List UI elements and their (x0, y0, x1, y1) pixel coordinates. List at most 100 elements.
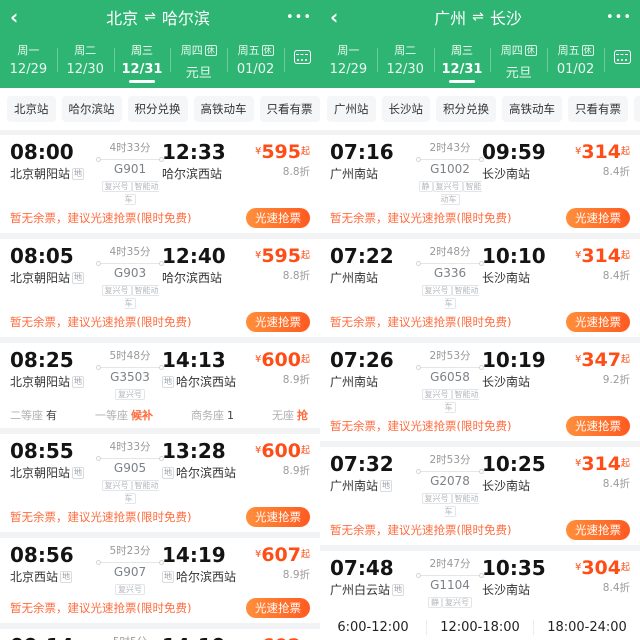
date-tab[interactable]: 周五 休 01/02 (227, 34, 284, 88)
departure-station: 北京西站 地 (10, 568, 98, 585)
departure-block: 09:14 北京站 (10, 635, 98, 640)
filter-chip[interactable]: 积分兑换 (436, 96, 496, 122)
date-bar: 周一 12/29 周二 12/30 周三 (0, 34, 320, 88)
no-ticket-notice: 暂无余票，建议光速抢票(限时免费) (330, 314, 511, 330)
price-value: 314 (581, 245, 621, 267)
grab-ticket-button[interactable]: 光速抢票 (246, 598, 310, 618)
train-tag: 复兴号 (422, 389, 452, 400)
date-label: 12/29 (0, 62, 57, 77)
duration: 2时53分 (418, 350, 482, 363)
date-tab[interactable]: 周三 12/31 (114, 34, 171, 88)
grab-ticket-button[interactable]: 光速抢票 (566, 312, 630, 332)
grab-ticket-button[interactable]: 光速抢票 (566, 520, 630, 540)
departure-station: 广州南站 (330, 269, 418, 286)
train-row[interactable]: 09:14 北京站 5时5分 G907 复兴号 (0, 629, 320, 640)
train-row[interactable]: 08:25 北京朝阳站 地 5时48分 G3503 复兴号 (0, 343, 320, 428)
selected-underline (186, 84, 212, 87)
more-menu-icon[interactable]: ••• (286, 10, 310, 25)
train-row[interactable]: 07:16 广州南站 2时43分 G1002 静复兴号智能动车 (320, 135, 640, 233)
price-block: ¥ 314 起 8.4折 (568, 453, 630, 491)
swap-stations-icon[interactable]: ⇌ (144, 9, 156, 25)
arrival-time: 09:59 (482, 141, 568, 163)
filter-chip[interactable]: 只看有票 (260, 96, 320, 122)
arrival-block: 10:19 长沙南站 (482, 349, 568, 390)
price-block: ¥ 600 起 8.9折 (248, 349, 310, 387)
date-tab[interactable]: 周三 12/31 (434, 34, 491, 88)
train-row[interactable]: 08:05 北京朝阳站 地 4时35分 G903 复兴号智能动车 (0, 239, 320, 337)
filter-chip[interactable]: 广州站 (327, 96, 376, 122)
route-to: 哈尔滨 (162, 5, 210, 29)
grab-ticket-button[interactable]: 光速抢票 (566, 416, 630, 436)
train-row[interactable]: 07:26 广州南站 2时53分 G6058 复兴号智能动车 (320, 343, 640, 441)
grab-ticket-button[interactable]: 光速抢票 (246, 208, 310, 228)
price-value: 347 (581, 349, 621, 371)
arrival-station: 长沙南站 (482, 477, 568, 494)
train-row[interactable]: 07:32 广州南站 地 2时53分 G2078 复兴号智能动车 (320, 447, 640, 545)
train-tags: 静复兴号智能动车 (418, 179, 482, 205)
calendar-icon[interactable] (284, 34, 320, 88)
filter-chip[interactable]: 只看有票 (568, 96, 628, 122)
date-label: 12/30 (377, 62, 434, 77)
price-value: 602 (261, 635, 301, 640)
time-filter-item[interactable]: 18:00-24:00 (533, 620, 640, 635)
arrival-station-name: 长沙南站 (482, 373, 530, 390)
metro-tag: 地 (60, 571, 72, 583)
route-line (418, 575, 482, 576)
grab-ticket-button[interactable]: 光速抢票 (566, 208, 630, 228)
filter-chip[interactable]: 复兴号 (634, 96, 640, 122)
swap-stations-icon[interactable]: ⇌ (472, 9, 484, 25)
more-menu-icon[interactable]: ••• (606, 10, 630, 25)
weekday-label: 周五 (238, 42, 260, 58)
weekday-label: 周一 (17, 42, 39, 58)
price-line: ¥ 600 起 (248, 440, 310, 462)
date-tab[interactable]: 周二 12/30 (57, 34, 114, 88)
back-icon[interactable]: ‹ (10, 7, 30, 27)
train-row[interactable]: 08:55 北京朝阳站 地 4时33分 G905 复兴号智能动车 (0, 434, 320, 532)
train-list-panel-beijing-harbin: ‹ 北京 ⇌ 哈尔滨 ••• 周一 12/29 周二 (0, 0, 320, 640)
price-from-suffix: 起 (621, 248, 630, 261)
date-tab[interactable]: 周一 12/29 (0, 34, 57, 88)
train-row[interactable]: 07:22 广州南站 2时48分 G336 复兴号智能动车 (320, 239, 640, 337)
time-filter-item[interactable]: 12:00-18:00 (426, 620, 533, 635)
date-tab[interactable]: 周四 休 元旦 (170, 34, 227, 88)
train-row-main: 07:22 广州南站 2时48分 G336 复兴号智能动车 (330, 245, 630, 309)
weekday-label: 周二 (394, 42, 416, 58)
filter-chip[interactable]: 长沙站 (382, 96, 431, 122)
date-tab[interactable]: 周四 休 元旦 (490, 34, 547, 88)
train-row[interactable]: 08:56 北京西站 地 5时23分 G907 复兴号 (0, 538, 320, 623)
train-row[interactable]: 08:00 北京朝阳站 地 4时33分 G901 复兴号智能动车 (0, 135, 320, 233)
grab-ticket-button[interactable]: 光速抢票 (246, 507, 310, 527)
filter-chip[interactable]: 高铁动车 (194, 96, 254, 122)
arrival-station-name: 长沙南站 (482, 581, 530, 598)
filter-bar: 北京站哈尔滨站积分兑换高铁动车只看有票 (0, 88, 320, 130)
arrival-station: 哈尔滨西站 (162, 165, 248, 182)
duration: 4时33分 (98, 142, 162, 155)
departure-station-name: 北京朝阳站 (10, 269, 70, 286)
train-number-line: G901 复兴号智能动车 (98, 163, 162, 205)
date-tab[interactable]: 周五 休 01/02 (547, 34, 604, 88)
date-label: 元旦 (170, 62, 227, 81)
metro-tag: 地 (392, 584, 404, 596)
filter-chip[interactable]: 北京站 (7, 96, 56, 122)
weekday-label: 周四 (181, 42, 203, 58)
price-from-suffix: 起 (301, 352, 310, 365)
weekday-label: 周二 (74, 42, 96, 58)
calendar-icon[interactable] (604, 34, 640, 88)
filter-chip[interactable]: 高铁动车 (502, 96, 562, 122)
date-tab-weekday: 周四 休 (490, 42, 547, 58)
filter-chip[interactable]: 哈尔滨站 (62, 96, 122, 122)
train-tag: 复兴号 (433, 181, 463, 192)
grab-ticket-button[interactable]: 光速抢票 (246, 312, 310, 332)
filter-chip[interactable]: 积分兑换 (128, 96, 188, 122)
train-row-footer: 暂无余票，建议光速抢票(限时免费) 光速抢票 (330, 208, 630, 228)
train-tag: 复兴号 (115, 584, 145, 595)
train-row-footer: 暂无余票，建议光速抢票(限时免费) 光速抢票 (330, 312, 630, 332)
weekday-label: 周四 (501, 42, 523, 58)
departure-time: 08:25 (10, 349, 98, 371)
arrival-time: 13:28 (162, 440, 248, 462)
date-tab[interactable]: 周二 12/30 (377, 34, 434, 88)
time-filter-item[interactable]: 6:00-12:00 (320, 620, 426, 635)
date-tab[interactable]: 周一 12/29 (320, 34, 377, 88)
departure-time: 08:56 (10, 544, 98, 566)
back-icon[interactable]: ‹ (330, 7, 350, 27)
